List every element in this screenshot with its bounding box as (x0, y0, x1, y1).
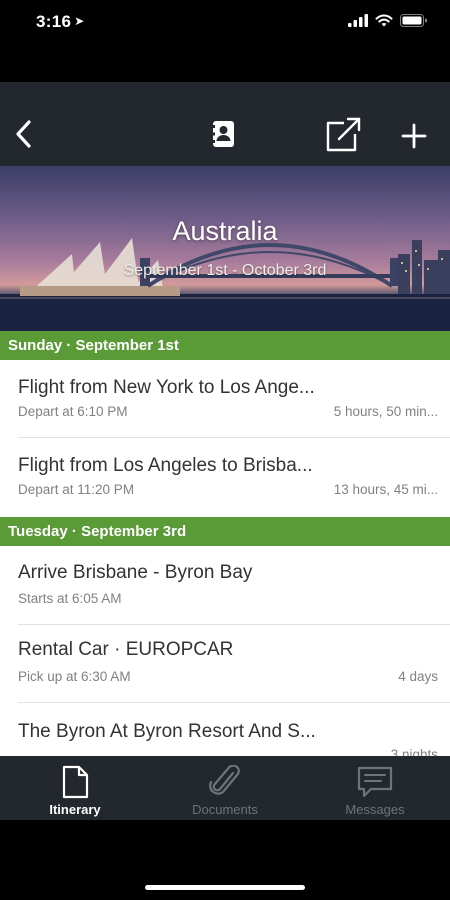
back-chevron-icon (16, 120, 31, 148)
document-icon (57, 764, 93, 800)
item-duration: 5 hours, 50 min... (333, 404, 438, 419)
share-button[interactable] (322, 114, 364, 156)
tab-documents[interactable]: Documents (150, 756, 300, 820)
battery-icon (400, 14, 427, 27)
sydney-skyline-image (0, 238, 450, 331)
itinerary-item-arrive-brisbane[interactable]: Arrive Brisbane - Byron Bay Starts at 6:… (0, 546, 450, 625)
trip-dates: September 1st - October 3rd (123, 262, 327, 279)
itinerary-item-rental-car[interactable]: Rental Car · EUROPCAR Pick up at 6:30 AM… (0, 625, 450, 703)
tab-itinerary[interactable]: Itinerary (0, 756, 150, 820)
tab-messages[interactable]: Messages (300, 756, 450, 820)
wifi-icon (375, 14, 393, 27)
item-duration: 13 hours, 45 mi... (333, 482, 438, 497)
status-bar: 3:16 ➤ (0, 0, 450, 44)
item-duration: 4 days (398, 669, 438, 684)
app-screen: Australia September 1st - October 3rd Su… (0, 82, 450, 820)
itinerary-item-flight-la-brisbane[interactable]: Flight from Los Angeles to Brisba... Dep… (0, 438, 450, 516)
message-bubble-icon (357, 764, 393, 800)
clock-text: 3:16 (36, 12, 72, 31)
item-title: Rental Car · EUROPCAR (18, 639, 234, 660)
item-subtitle: Depart at 11:20 PM (18, 482, 135, 497)
tab-label: Documents (192, 802, 258, 817)
location-arrow-icon: ➤ (74, 14, 85, 28)
item-subtitle: Pick up at 6:30 AM (18, 669, 131, 684)
item-title: Flight from Los Angeles to Brisba... (18, 455, 313, 476)
trip-header-banner: Australia September 1st - October 3rd (0, 166, 450, 331)
item-title: Flight from New York to Los Ange... (18, 377, 315, 398)
item-title: The Byron At Byron Resort And S... (18, 721, 316, 742)
day-header-tuesday: Tuesday · September 3rd (0, 517, 450, 546)
contacts-book-icon (212, 121, 234, 147)
add-button[interactable] (396, 118, 432, 154)
paperclip-icon (207, 764, 243, 800)
back-button[interactable] (6, 114, 40, 154)
item-title: Arrive Brisbane - Byron Bay (18, 562, 253, 583)
itinerary-item-flight-ny-la[interactable]: Flight from New York to Los Ange... Depa… (0, 360, 450, 438)
tab-label: Messages (345, 802, 405, 817)
home-indicator[interactable] (145, 885, 305, 890)
status-time: 3:16 ➤ (36, 12, 85, 32)
nav-bar (0, 82, 450, 166)
item-subtitle: Starts at 6:05 AM (18, 591, 122, 606)
day-header-sunday: Sunday · September 1st (0, 331, 450, 360)
tab-bar: Itinerary Documents Messages (0, 756, 450, 820)
add-icon (401, 123, 427, 149)
status-icons (348, 14, 428, 27)
item-subtitle: Depart at 6:10 PM (18, 404, 128, 419)
tab-label: Itinerary (49, 802, 101, 817)
share-icon (326, 117, 361, 152)
trip-title: Australia (172, 216, 278, 246)
cellular-signal-icon (348, 14, 368, 27)
contacts-button[interactable] (206, 116, 242, 152)
